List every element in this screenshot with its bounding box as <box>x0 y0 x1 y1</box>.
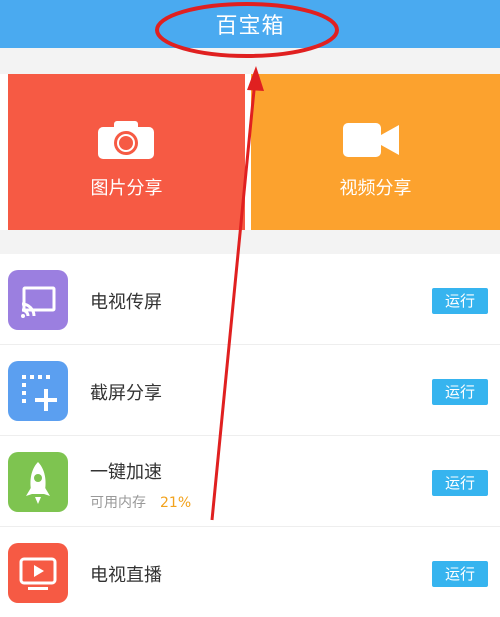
photo-share-tile[interactable]: 图片分享 <box>8 74 245 230</box>
cast-icon <box>8 270 68 330</box>
memory-percent: 21% <box>160 495 192 511</box>
video-camera-icon <box>343 123 399 157</box>
screenshot-add-icon <box>8 361 68 421</box>
list-item-tv-live[interactable]: 电视直播 运行 <box>0 527 500 617</box>
camera-icon <box>98 121 154 159</box>
list-item-speed-boost[interactable]: 一键加速 可用内存 21% 运行 <box>0 436 500 526</box>
page-title: 百宝箱 <box>215 14 285 39</box>
photo-share-label: 图片分享 <box>90 178 163 199</box>
video-share-tile[interactable]: 视频分享 <box>251 74 500 230</box>
spacer <box>0 48 500 74</box>
app-header: 百宝箱 <box>0 0 500 48</box>
video-share-label: 视频分享 <box>339 178 412 199</box>
run-button[interactable]: 运行 <box>432 470 488 496</box>
run-button[interactable]: 运行 <box>432 561 488 587</box>
memory-label: 可用内存 <box>90 495 146 511</box>
memory-status: 可用内存 21% <box>90 492 191 512</box>
tool-name: 截屏分享 <box>90 383 162 404</box>
rocket-icon <box>8 452 68 512</box>
tool-name: 一键加速 <box>90 462 162 483</box>
tool-name: 电视直播 <box>90 565 162 586</box>
run-button[interactable]: 运行 <box>432 288 488 314</box>
run-button[interactable]: 运行 <box>432 379 488 405</box>
spacer <box>0 230 500 254</box>
list-item-screenshot-share[interactable]: 截屏分享 运行 <box>0 345 500 435</box>
tv-play-icon <box>8 543 68 603</box>
list-item-tv-cast[interactable]: 电视传屏 运行 <box>0 254 500 344</box>
tool-name: 电视传屏 <box>90 292 162 313</box>
